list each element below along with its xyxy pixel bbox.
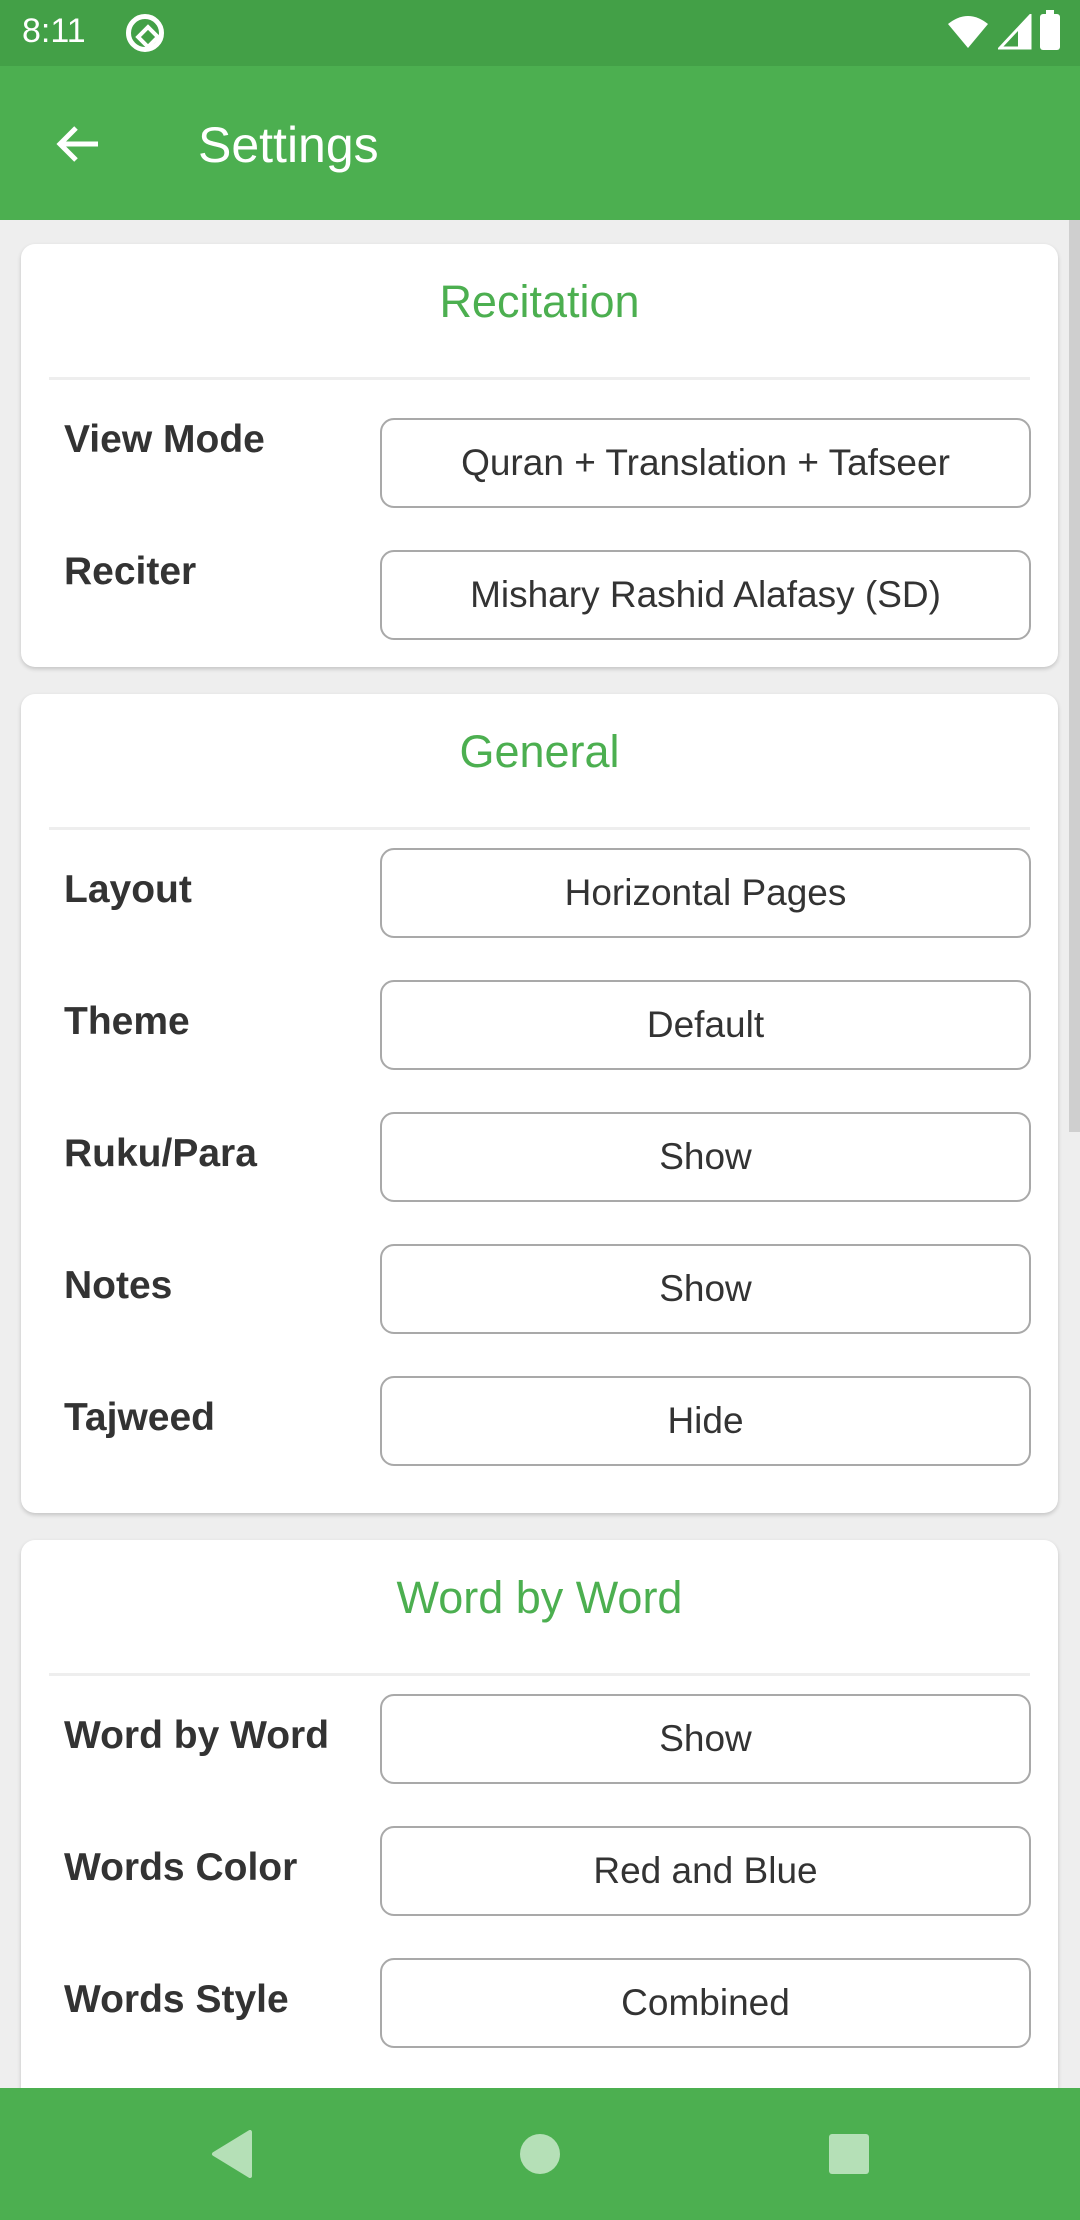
page-title: Settings bbox=[198, 117, 379, 173]
tajweed-select[interactable]: Hide bbox=[380, 1376, 1031, 1466]
words-color-select[interactable]: Red and Blue bbox=[380, 1826, 1031, 1916]
setting-label: Reciter bbox=[64, 550, 197, 593]
divider bbox=[49, 377, 1030, 380]
view-mode-select[interactable]: Quran + Translation + Tafseer bbox=[380, 418, 1031, 508]
status-bar: 8:11 bbox=[0, 0, 1080, 66]
words-style-select[interactable]: Combined bbox=[380, 1958, 1031, 2048]
arrow-left-icon bbox=[56, 126, 98, 162]
notes-select[interactable]: Show bbox=[380, 1244, 1031, 1334]
divider bbox=[49, 1673, 1030, 1676]
nav-home-icon bbox=[520, 2134, 560, 2174]
ruku-para-select[interactable]: Show bbox=[380, 1112, 1031, 1202]
setting-label: Words Style bbox=[64, 1978, 289, 2021]
settings-scroll-area[interactable]: Recitation View Mode Quran + Translation… bbox=[0, 220, 1080, 2088]
setting-label: Theme bbox=[64, 1000, 190, 1043]
setting-label: Words Color bbox=[64, 1846, 298, 1889]
setting-label: Tajweed bbox=[64, 1396, 215, 1439]
section-word-by-word: Word by Word Word by Word Show Words Col… bbox=[21, 1540, 1058, 2088]
wifi-icon bbox=[948, 16, 988, 48]
signal-icon bbox=[998, 14, 1032, 50]
system-nav-bar bbox=[0, 2088, 1080, 2220]
status-time: 8:11 bbox=[22, 12, 86, 50]
status-icons bbox=[946, 10, 1060, 50]
nav-back-icon bbox=[212, 2130, 252, 2178]
setting-label: Notes bbox=[64, 1264, 173, 1307]
scrollbar[interactable] bbox=[1069, 220, 1080, 1132]
app-bar: Settings bbox=[0, 66, 1080, 220]
nav-back-button[interactable] bbox=[196, 2118, 268, 2190]
app-notification-icon bbox=[126, 14, 164, 52]
section-general: General Layout Horizontal Pages Theme De… bbox=[21, 694, 1058, 1513]
word-by-word-select[interactable]: Show bbox=[380, 1694, 1031, 1784]
setting-label: Word by Word bbox=[64, 1714, 330, 1757]
section-recitation: Recitation View Mode Quran + Translation… bbox=[21, 244, 1058, 667]
setting-label: View Mode bbox=[64, 418, 265, 461]
setting-label: Ruku/Para bbox=[64, 1132, 257, 1175]
reciter-select[interactable]: Mishary Rashid Alafasy (SD) bbox=[380, 550, 1031, 640]
battery-icon bbox=[1040, 10, 1060, 50]
nav-home-button[interactable] bbox=[504, 2118, 576, 2190]
section-title: General bbox=[459, 726, 620, 777]
section-title: Recitation bbox=[439, 276, 640, 327]
nav-recents-icon bbox=[829, 2134, 869, 2174]
divider bbox=[49, 827, 1030, 830]
layout-select[interactable]: Horizontal Pages bbox=[380, 848, 1031, 938]
nav-recents-button[interactable] bbox=[813, 2118, 885, 2190]
section-title: Word by Word bbox=[396, 1572, 683, 1623]
setting-label: Layout bbox=[64, 868, 192, 911]
theme-select[interactable]: Default bbox=[380, 980, 1031, 1070]
back-button[interactable] bbox=[40, 106, 116, 182]
